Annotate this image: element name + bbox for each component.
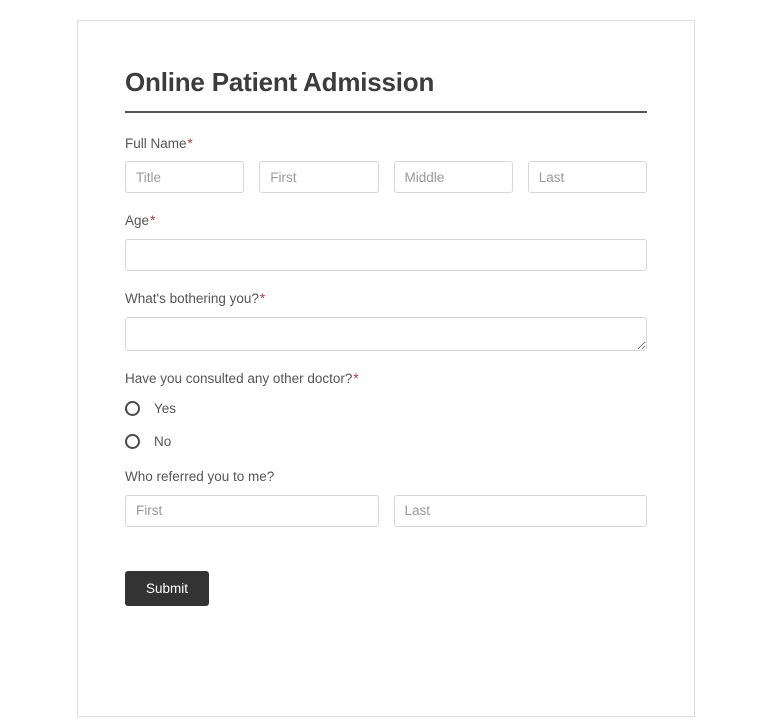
referrer-label-text: Who referred you to me?: [125, 469, 275, 485]
radio-circle-icon[interactable]: [125, 401, 140, 417]
radio-option-no-label: No: [154, 434, 172, 450]
complaint-label: What's bothering you?*: [125, 290, 647, 308]
consulted-other-doctor-radio-group: Yes No: [125, 401, 647, 450]
patient-admission-form-card: Online Patient Admission Full Name* Age*…: [77, 20, 695, 717]
field-consulted-other-doctor: Have you consulted any other doctor?* Ye…: [125, 370, 647, 450]
full-name-first-input[interactable]: [259, 161, 379, 194]
submit-button[interactable]: Submit: [125, 570, 210, 607]
radio-option-no[interactable]: No: [125, 434, 647, 450]
age-label: Age*: [125, 212, 647, 230]
full-name-middle-input[interactable]: [393, 161, 513, 194]
referrer-input-row: [125, 494, 647, 527]
form-content: Online Patient Admission Full Name* Age*…: [78, 21, 694, 607]
consulted-other-doctor-label-text: Have you consulted any other doctor?: [125, 370, 353, 386]
page-title: Online Patient Admission: [125, 67, 435, 97]
radio-option-yes-label: Yes: [154, 401, 177, 417]
field-referrer: Who referred you to me?: [125, 468, 647, 527]
title-divider: [125, 110, 647, 113]
field-full-name: Full Name*: [125, 135, 647, 194]
referrer-label: Who referred you to me?: [125, 468, 647, 486]
field-complaint: What's bothering you?*: [125, 290, 647, 351]
field-age: Age*: [125, 212, 647, 271]
required-asterisk: *: [259, 290, 266, 306]
full-name-input-row: [125, 161, 647, 194]
full-name-label: Full Name*: [125, 135, 647, 153]
radio-circle-icon[interactable]: [125, 434, 140, 450]
required-asterisk: *: [187, 135, 193, 151]
required-asterisk: *: [150, 213, 156, 229]
consulted-other-doctor-label: Have you consulted any other doctor?*: [125, 370, 647, 388]
radio-option-yes[interactable]: Yes: [125, 401, 647, 417]
full-name-label-text: Full Name: [125, 135, 187, 151]
complaint-textarea[interactable]: [125, 316, 647, 351]
referrer-last-input[interactable]: [393, 494, 647, 527]
full-name-title-input[interactable]: [125, 161, 245, 194]
complaint-label-text: What's bothering you?: [125, 290, 259, 306]
full-name-last-input[interactable]: [527, 161, 647, 194]
required-asterisk: *: [353, 370, 359, 386]
age-label-text: Age: [125, 213, 150, 229]
referrer-first-input[interactable]: [125, 494, 379, 527]
age-input[interactable]: [125, 238, 647, 271]
